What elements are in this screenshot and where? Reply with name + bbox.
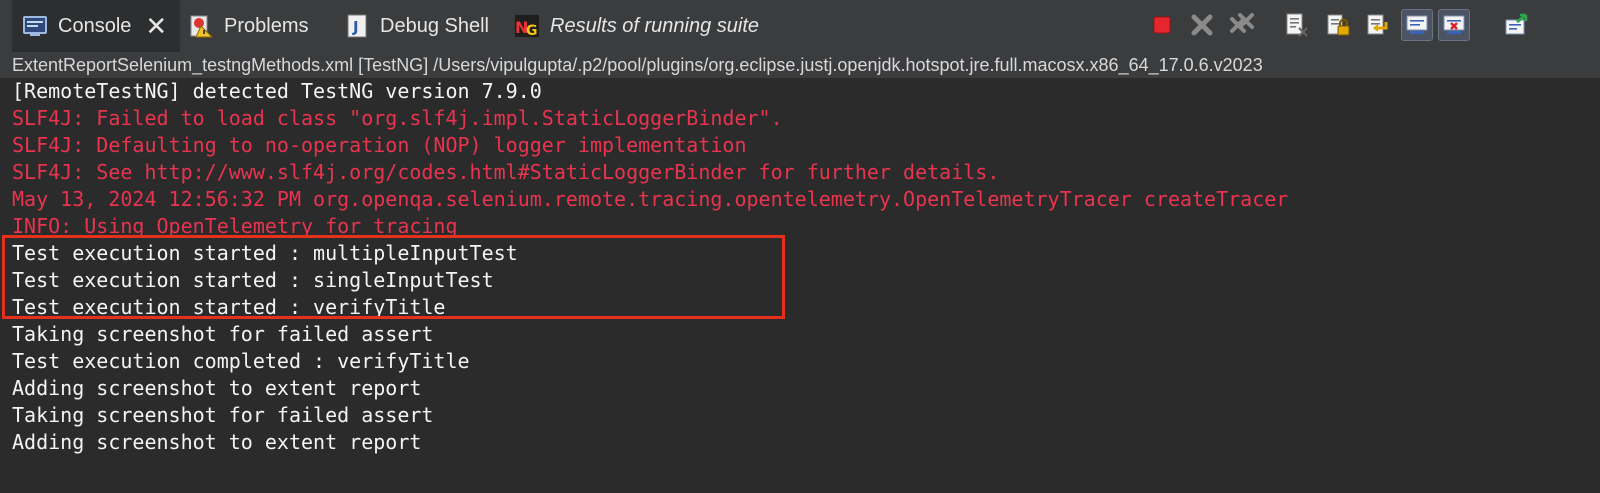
- word-wrap-icon: [1367, 14, 1388, 35]
- pin-console-icon: [1505, 13, 1528, 35]
- remove-all-terminated-icon: [1230, 13, 1254, 33]
- terminate-icon: [1153, 16, 1171, 34]
- remove-launch-icon: [1191, 14, 1213, 36]
- debug-shell-icon: J: [344, 13, 370, 39]
- svg-text:G: G: [526, 23, 538, 39]
- tab-label: Problems: [224, 14, 309, 37]
- console-icon: [22, 13, 48, 39]
- tab-label: Results of running suite: [550, 14, 760, 37]
- remove-all-terminated-button[interactable]: [1226, 9, 1258, 41]
- pin-console-button[interactable]: [1500, 9, 1532, 41]
- tab-testng-results[interactable]: NG Results of running suite: [514, 0, 759, 52]
- clear-console-button[interactable]: [1280, 9, 1312, 41]
- console-line-error: SLF4J: Defaulting to no-operation (NOP) …: [12, 133, 747, 157]
- remove-launch-button[interactable]: [1186, 9, 1218, 41]
- problems-icon: [188, 13, 214, 39]
- console-line: Taking screenshot for failed assert: [12, 403, 434, 427]
- console-line: Test execution completed : verifyTitle: [12, 349, 470, 373]
- show-on-stdout-icon: [1406, 15, 1428, 34]
- close-icon[interactable]: ✕: [145, 13, 167, 39]
- tab-console[interactable]: Console ✕: [12, 0, 180, 52]
- console-line: Taking screenshot for failed assert: [12, 322, 434, 346]
- terminate-button[interactable]: [1146, 9, 1178, 41]
- clear-console-icon: [1286, 13, 1308, 37]
- tab-label: Console: [58, 14, 132, 37]
- console-line: [RemoteTestNG] detected TestNG version 7…: [12, 79, 542, 103]
- show-on-stdout-button[interactable]: [1401, 9, 1433, 41]
- launch-path: ExtentReportSelenium_testngMethods.xml […: [0, 52, 1600, 78]
- console-line-error: May 13, 2024 12:56:32 PM org.openqa.sele…: [12, 187, 1289, 211]
- testng-icon: NG: [514, 13, 540, 39]
- console-line-error: SLF4J: Failed to load class "org.slf4j.i…: [12, 106, 783, 130]
- view-tab-bar: Console ✕ Problems J Debug Shell NG Resu…: [0, 0, 1600, 53]
- show-on-stderr-icon: [1443, 15, 1465, 34]
- scroll-lock-icon: [1327, 14, 1350, 36]
- show-on-stderr-button[interactable]: [1438, 9, 1470, 41]
- tab-debug-shell[interactable]: J Debug Shell: [344, 0, 489, 52]
- highlight-box: [2, 235, 785, 319]
- console-line: Adding screenshot to extent report: [12, 430, 422, 454]
- console-output[interactable]: [RemoteTestNG] detected TestNG version 7…: [0, 78, 1600, 493]
- tab-label: Debug Shell: [380, 14, 489, 37]
- scroll-lock-button[interactable]: [1322, 9, 1354, 41]
- tab-problems[interactable]: Problems: [188, 0, 308, 52]
- word-wrap-button[interactable]: [1362, 9, 1394, 41]
- console-line-error: SLF4J: See http://www.slf4j.org/codes.ht…: [12, 160, 1000, 184]
- svg-text:J: J: [352, 18, 359, 36]
- console-line: Adding screenshot to extent report: [12, 376, 422, 400]
